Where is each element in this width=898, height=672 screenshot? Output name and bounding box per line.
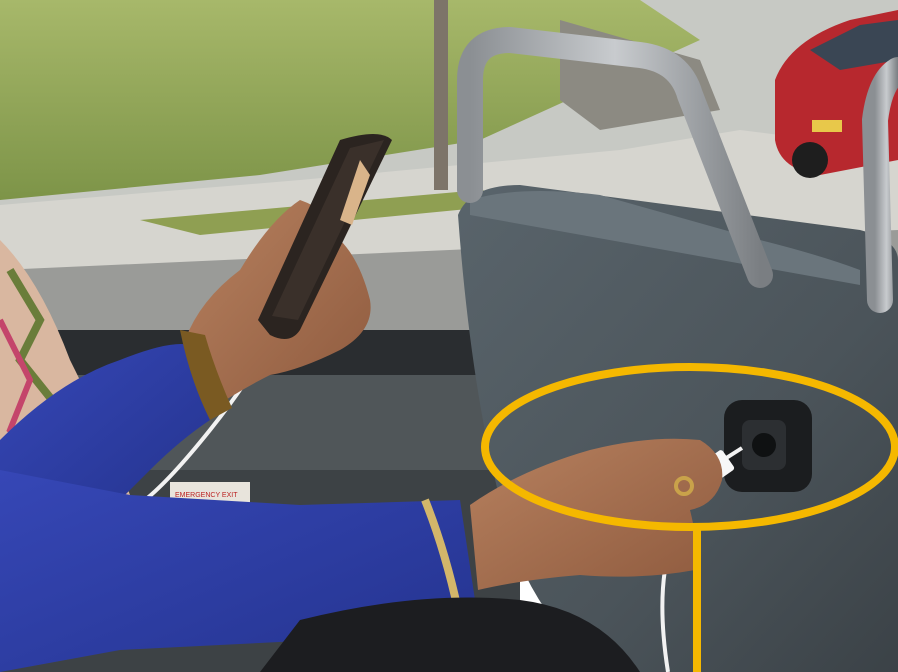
photo-scene: EMERGENCY EXIT [0,0,898,672]
bus-seat [458,185,898,672]
sticker-text: EMERGENCY EXIT [175,492,238,499]
usb-charging-port [724,400,812,492]
